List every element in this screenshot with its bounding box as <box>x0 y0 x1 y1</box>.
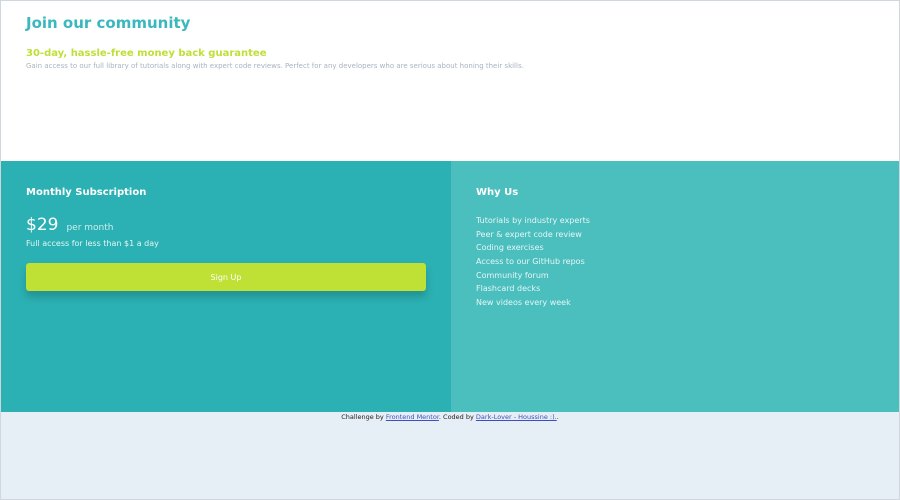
list-item: Tutorials by industry experts <box>476 216 590 225</box>
list-item: Coding exercises <box>476 243 544 253</box>
subscription-panel: Monthly Subscription $29 per month Full … <box>1 161 451 412</box>
list-item: Community forum <box>476 270 549 280</box>
why-us-panel: Why Us Tutorials by industry experts Pee… <box>451 161 899 412</box>
why-us-list: Tutorials by industry experts Peer & exp… <box>476 214 590 310</box>
page-title: Join our community <box>26 14 191 32</box>
price-note: Full access for less than $1 a day <box>26 239 159 248</box>
list-item: Peer & expert code review <box>476 229 582 239</box>
guarantee-subtitle: 30-day, hassle-free money back guarantee <box>26 48 267 59</box>
attribution-prefix: Challenge by <box>341 413 386 421</box>
list-item: Flashcard decks <box>476 284 541 294</box>
price-period: per month <box>66 223 114 233</box>
page: Join our community 30-day, hassle-free m… <box>0 0 900 500</box>
list-item: New videos every week <box>476 298 571 308</box>
community-section: Join our community 30-day, hassle-free m… <box>1 1 899 161</box>
price-row: $29 per month <box>26 215 113 235</box>
community-description: Gain access to our full library of tutor… <box>26 62 524 70</box>
sign-up-button[interactable]: Sign Up <box>26 263 426 291</box>
attribution-middle: . Coded by <box>438 413 476 421</box>
attribution-suffix: . <box>556 413 559 421</box>
pricing-card: Join our community 30-day, hassle-free m… <box>1 1 899 412</box>
subscription-title: Monthly Subscription <box>26 187 147 198</box>
attribution: Challenge by Frontend Mentor. Coded by D… <box>1 413 899 421</box>
price-value: $29 <box>26 215 59 235</box>
frontend-mentor-link[interactable]: Frontend Mentor <box>386 413 439 421</box>
author-link[interactable]: Dark-Lover - Houssine :). <box>476 413 557 421</box>
why-us-title: Why Us <box>476 187 519 198</box>
list-item: Access to our GitHub repos <box>476 257 585 267</box>
